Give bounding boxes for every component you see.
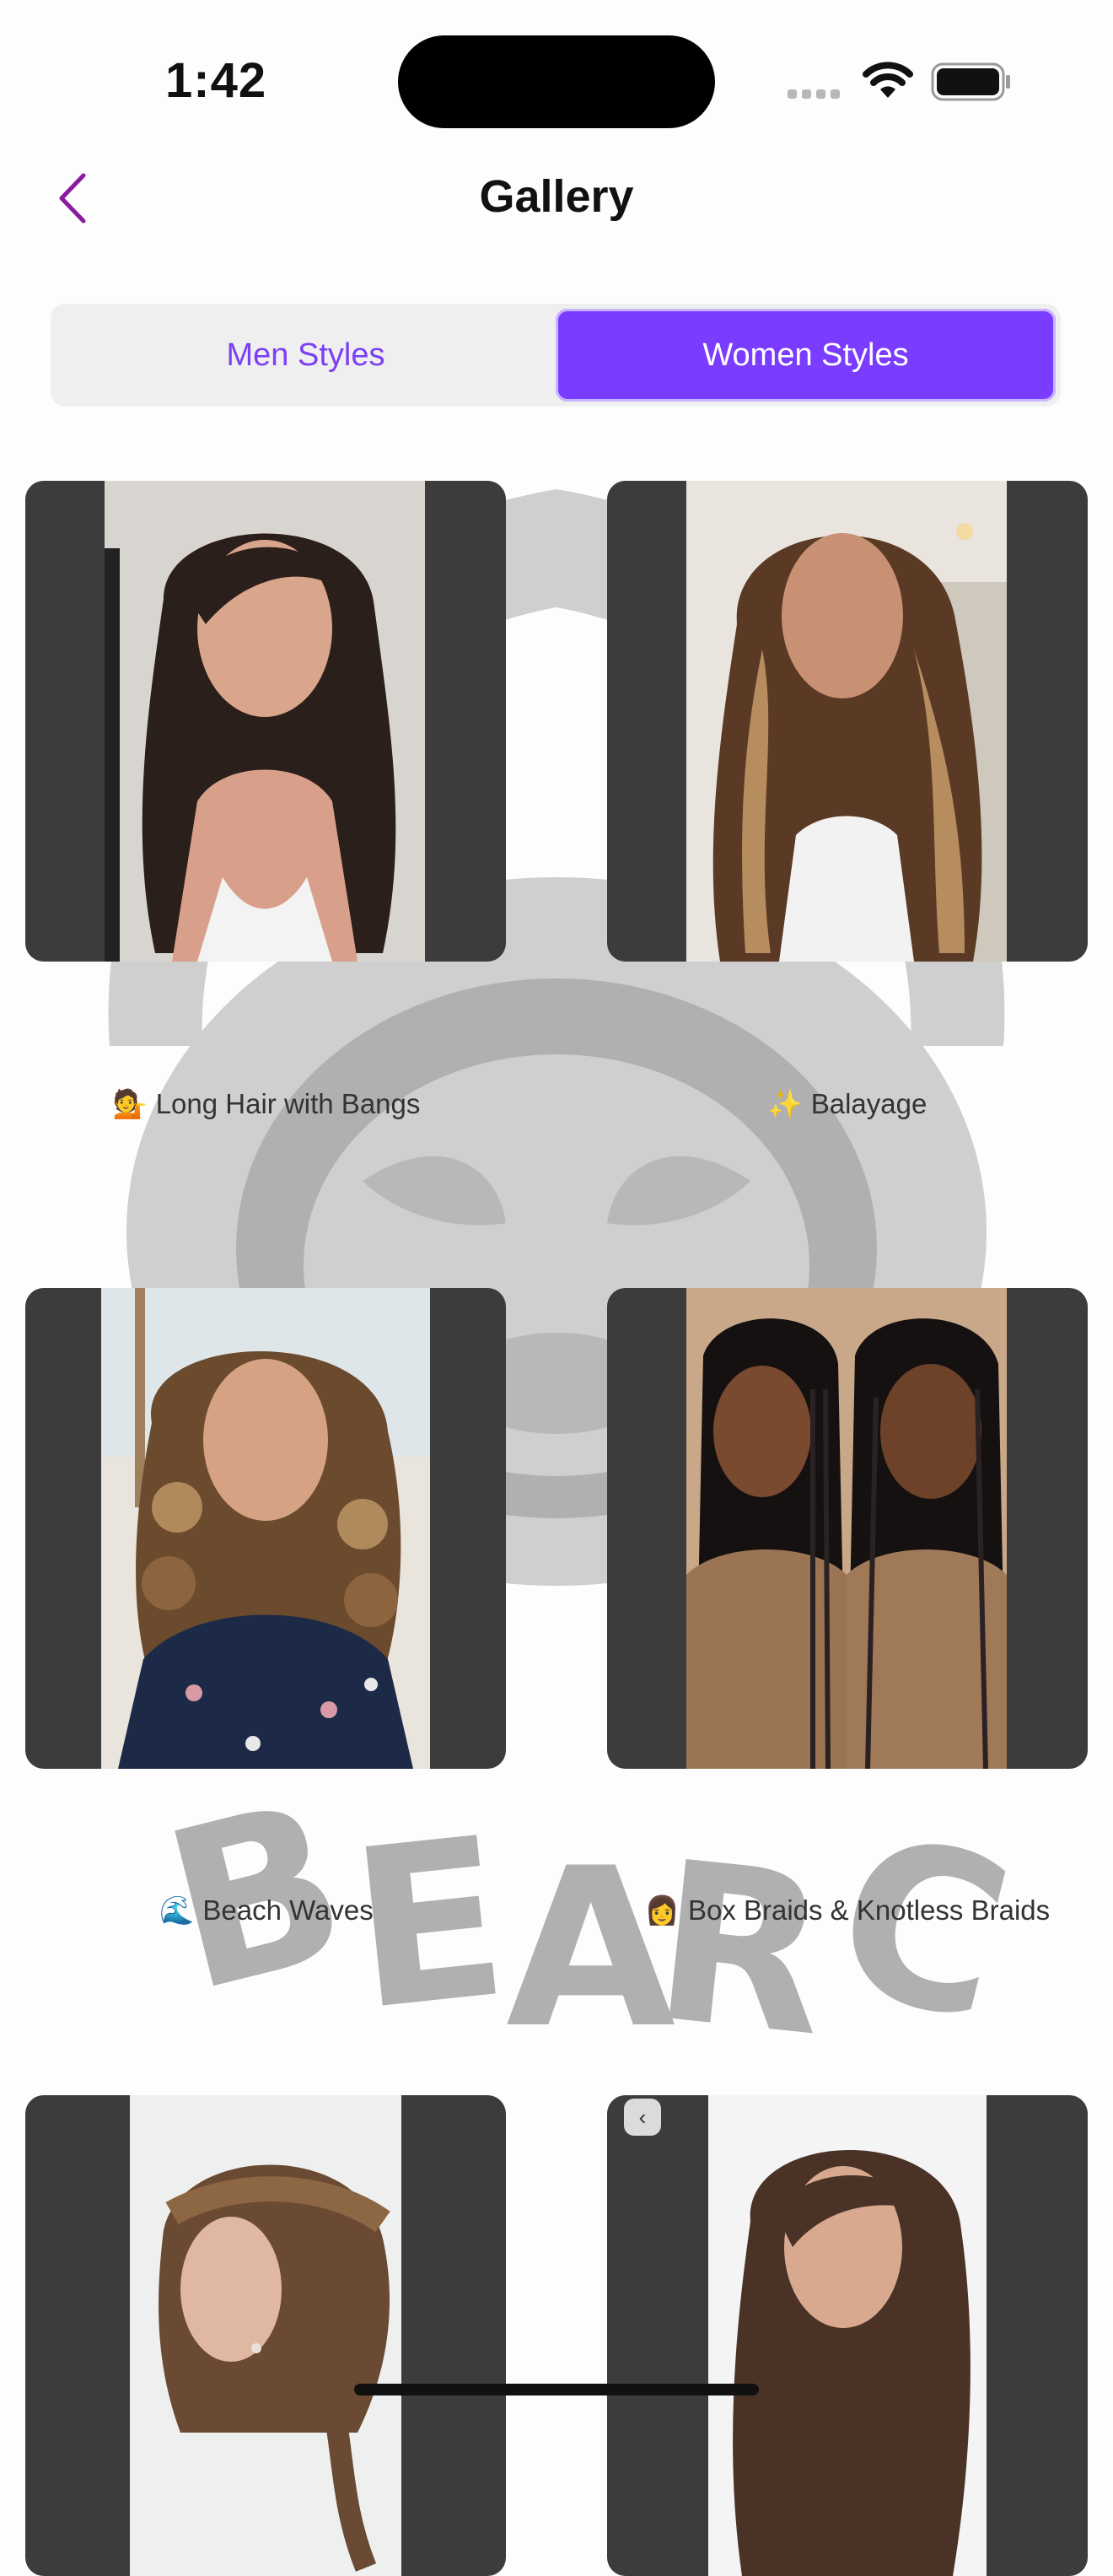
image-back-button[interactable]: ‹ <box>624 2099 661 2136</box>
dynamic-island <box>398 35 715 128</box>
segment-women-styles[interactable]: Women Styles <box>556 309 1056 401</box>
gallery-caption: 💁 Long Hair with Bangs <box>0 1088 536 1121</box>
page-title: Gallery <box>479 171 634 222</box>
hairstyle-photo <box>101 1288 430 1769</box>
battery-icon <box>931 62 1010 101</box>
gallery-caption-text: Long Hair with Bangs <box>155 1088 421 1119</box>
gallery-caption: 🌊 Beach Waves <box>0 1894 536 1927</box>
gender-segmented-control: Men Styles Women Styles <box>51 304 1061 407</box>
segment-men-styles[interactable]: Men Styles <box>56 309 556 401</box>
hairstyle-photo <box>708 2095 987 2576</box>
gallery-caption-emoji: 🌊 <box>159 1894 195 1926</box>
navigation-bar: Gallery <box>0 152 1113 245</box>
hairstyle-photo <box>105 481 425 962</box>
gallery-caption: 👩 Box Braids & Knotless Braids <box>578 1894 1113 1927</box>
svg-text:R: R <box>644 1814 839 2041</box>
gallery-card-layered-cut[interactable]: ‹ <box>607 2095 1088 2576</box>
gallery-card-beach-waves[interactable] <box>25 1288 506 1769</box>
status-bar: 1:42 <box>0 0 1113 152</box>
wifi-icon <box>863 62 913 98</box>
hairstyle-photo <box>686 481 1007 962</box>
gallery-caption-emoji: 💁 <box>112 1088 148 1119</box>
home-indicator <box>354 2384 759 2395</box>
gallery-card-braided-updo[interactable] <box>25 2095 506 2576</box>
status-time: 1:42 <box>165 53 267 108</box>
gallery-card-balayage[interactable] <box>607 481 1088 962</box>
gallery-caption-emoji: ✨ <box>767 1088 803 1119</box>
hairstyle-photo <box>686 1288 1007 1769</box>
hairstyle-photo <box>130 2095 401 2576</box>
gallery-caption-text: Balayage <box>810 1088 928 1119</box>
gallery-caption-emoji: 👩 <box>644 1894 680 1926</box>
gallery-caption-text: Beach Waves <box>202 1894 374 1926</box>
gallery-caption: ✨ Balayage <box>578 1088 1113 1121</box>
cellular-signal-icon <box>788 88 845 103</box>
gallery-caption-text: Box Braids & Knotless Braids <box>687 1894 1051 1926</box>
gallery-card-long-hair-bangs[interactable] <box>25 481 506 962</box>
gallery-card-box-braids[interactable] <box>607 1288 1088 1769</box>
